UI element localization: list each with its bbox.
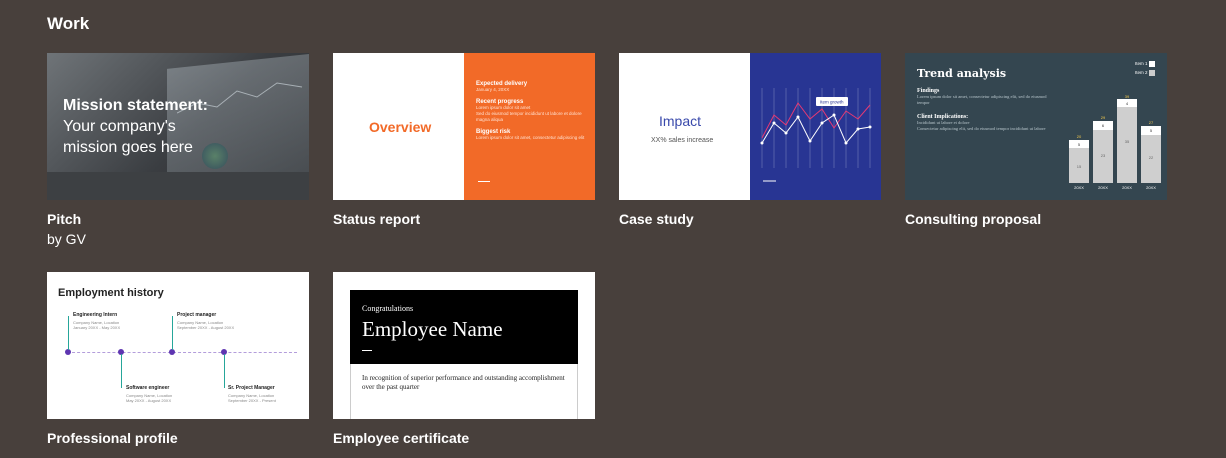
job-detail: Company Name, Location September 20XX - P… [228,393,276,403]
job-title: Engineering Intern [73,312,118,318]
status-dash [478,181,490,182]
bar-axis-label: 20XX [1122,185,1132,190]
bar-axis-label: 20XX [1098,185,1108,190]
bar-label: 23 [1101,153,1106,158]
bar-label: 35 [1125,139,1130,144]
cert-description: In recognition of superior performance a… [362,374,565,391]
template-thumbnail[interactable]: Overview Expected delivery January 4, 20… [333,53,595,200]
legend-item: Item 1 [1135,61,1148,66]
consult-legend: Item 1 Item 2 [1135,59,1155,77]
template-status-report[interactable]: Overview Expected delivery January 4, 20… [333,53,595,227]
bar-axis-label: 20XX [1074,185,1084,190]
consult-title: Trend analysis [917,67,1007,80]
case-impact-sub: XX% sales increase [651,137,714,144]
template-name[interactable]: Employee certificate [333,430,595,446]
job-detail: Company Name, Location September 20XX - A… [177,320,235,330]
section-title: Work [47,14,90,33]
template-thumbnail[interactable]: Trend analysis Findings Lorem ipsum dolo… [905,53,1167,200]
job-title: Software engineer [126,385,170,391]
template-name[interactable]: Pitch [47,211,309,227]
pitch-text: Mission statement: Your company's missio… [63,95,208,158]
template-name[interactable]: Professional profile [47,430,309,446]
timeline-connector [224,354,225,388]
cert-header: Congratulations Employee Name [350,290,578,364]
profile-title: Employment history [58,287,164,299]
case-chart-panel: Item growth [750,53,881,200]
timeline-line [67,352,297,353]
case-callout: Item growth [820,100,844,105]
template-thumbnail[interactable]: Congratulations Employee Name In recogni… [333,272,595,419]
timeline-connector [172,316,173,350]
template-thumbnail[interactable]: Impact XX% sales increase Item growth [619,53,881,200]
template-author: by GV [47,231,86,247]
template-pitch[interactable]: Mission statement: Your company's missio… [47,53,309,247]
status-line: January 4, 20XX [476,87,510,92]
cert-congrats: Congratulations [362,304,414,313]
bar-label: 39 [1125,94,1130,99]
bar-label: 27 [1149,120,1154,125]
consult-bullet: Consectetur adipiscing elit, sed do eius… [917,126,1046,131]
template-name[interactable]: Status report [333,211,595,227]
bar-label: 20 [1077,134,1082,139]
cert-employee-name: Employee Name [362,317,503,341]
job-title: Project manager [177,312,217,318]
pitch-line1: Mission statement: [63,97,208,114]
template-case-study[interactable]: Impact XX% sales increase Item growth Ca… [619,53,881,227]
consult-text: Lorem ipsum dolor sit amet, consectetur … [917,94,1047,105]
status-panel: Expected delivery January 4, 20XX Recent… [464,53,595,200]
bar-label: 29 [1101,115,1106,120]
template-thumbnail[interactable]: Mission statement: Your company's missio… [47,53,309,200]
job-title: Sr. Project Manager [228,385,275,391]
timeline-connector [121,354,122,388]
timeline-connector [68,316,69,350]
legend-item: Item 2 [1135,70,1148,75]
laptop-base [47,172,309,200]
case-impact-title: Impact [659,113,702,129]
bar-axis-label: 20XX [1146,185,1156,190]
template-name[interactable]: Consulting proposal [905,211,1167,227]
pitch-line3: mission goes here [63,139,193,156]
cert-dash [362,350,372,351]
bar-label: 15 [1077,164,1082,169]
job-detail: Company Name, Location January 20XX - May… [73,320,121,330]
template-name[interactable]: Case study [619,211,881,227]
case-line-chart: Item growth [760,88,872,182]
status-overview-title: Overview [369,119,432,135]
consult-bar-chart: 20 5 15 20XX 29 6 23 20XX 39 4 35 20XX 2… [1069,94,1161,190]
template-thumbnail[interactable]: Employment history Engineering Intern Co… [47,272,309,419]
job-detail: Company Name, Location May 20XX - August … [126,393,173,403]
bar-label: 22 [1149,155,1154,160]
template-professional-profile[interactable]: Employment history Engineering Intern Co… [47,272,309,446]
template-consulting-proposal[interactable]: Trend analysis Findings Lorem ipsum dolo… [905,53,1167,227]
status-line: Lorem ipsum dolor sit amet, consectetur … [476,135,585,140]
status-line: Sed do eiusmod tempor incididunt ut labo… [476,111,582,122]
pitch-line2: Your company's [63,118,176,135]
template-employee-certificate[interactable]: Congratulations Employee Name In recogni… [333,272,595,446]
